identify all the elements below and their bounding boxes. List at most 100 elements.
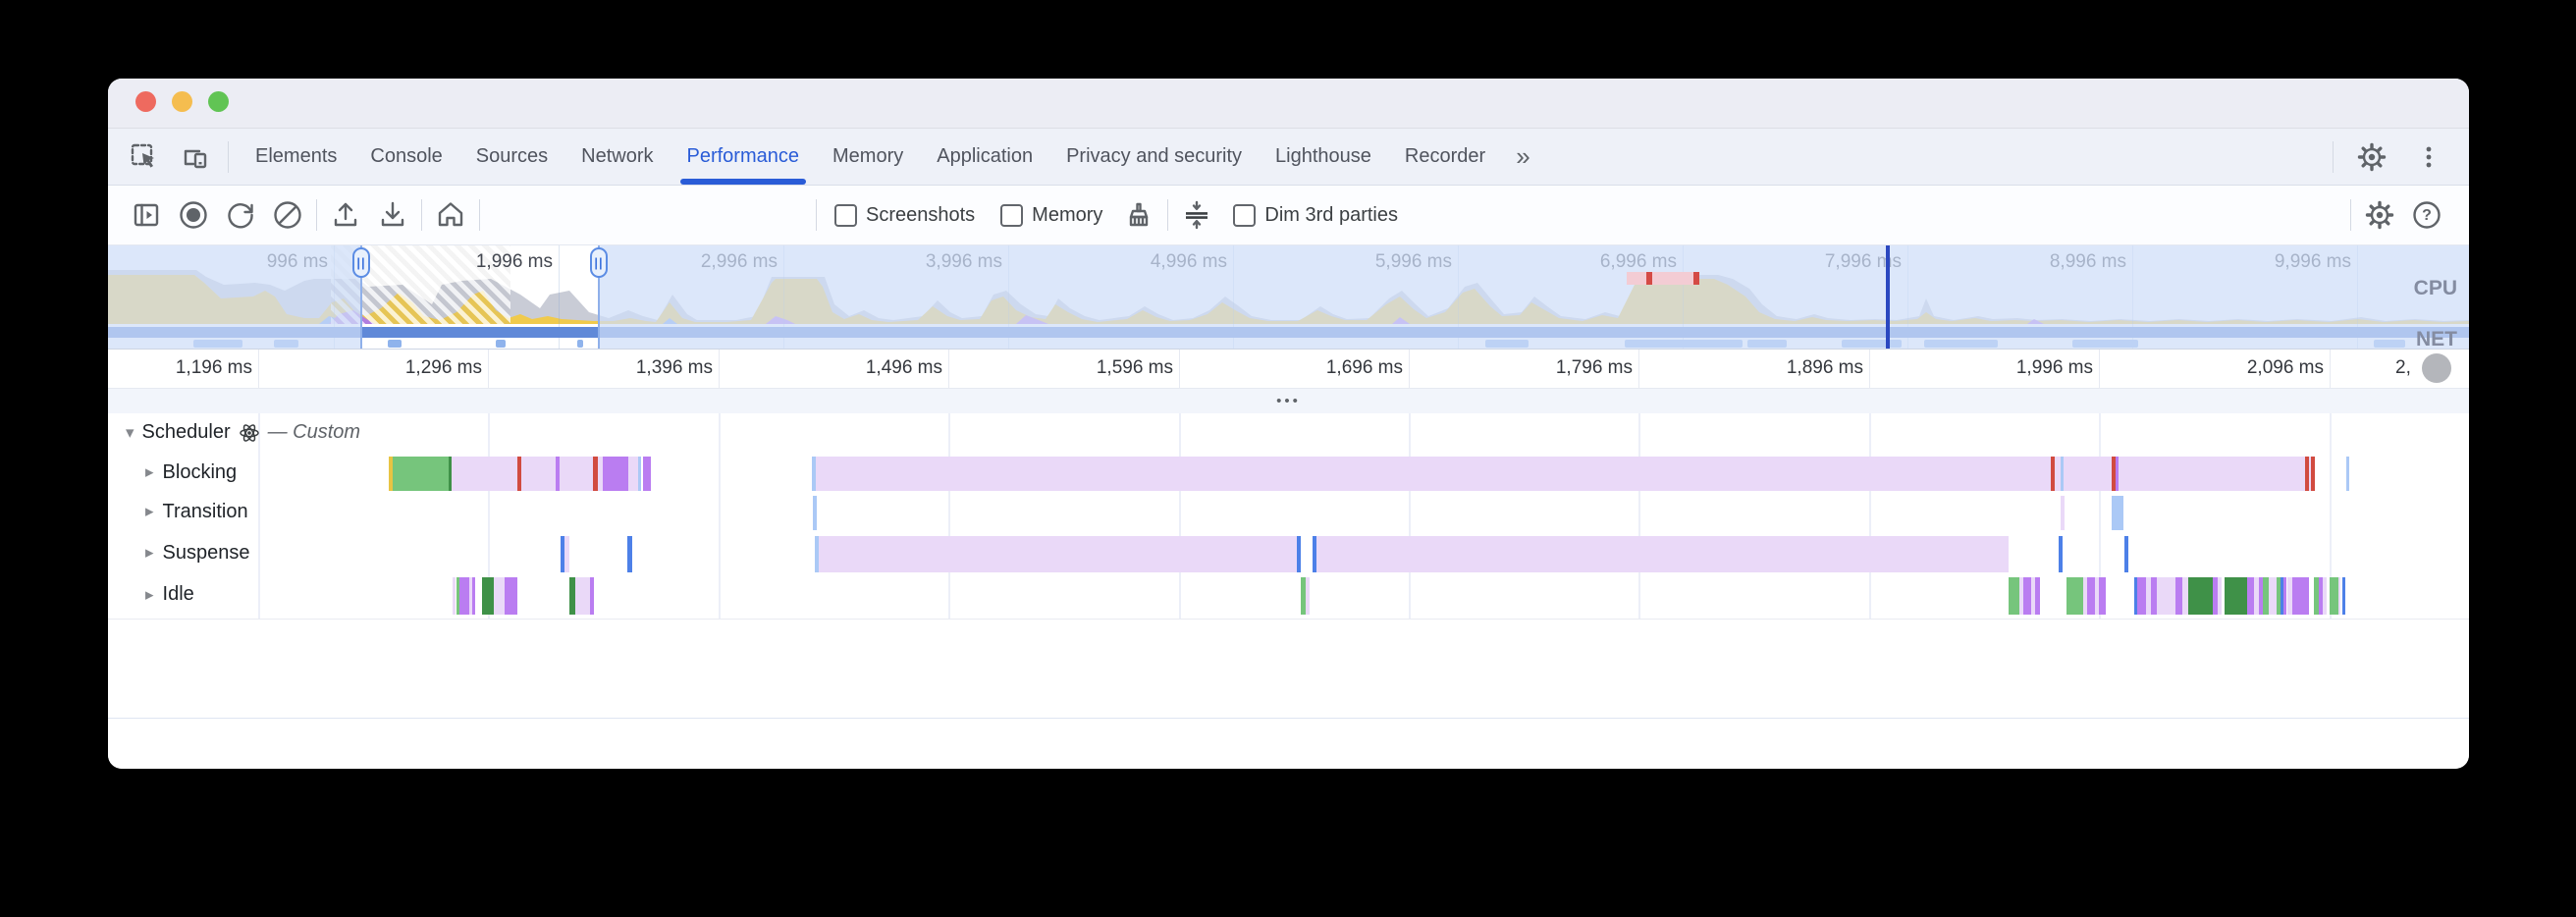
track-bar[interactable] <box>2247 577 2254 615</box>
record-icon[interactable] <box>175 196 212 234</box>
pane-resize-row[interactable]: ••• <box>108 388 2469 414</box>
track-bar[interactable] <box>2342 577 2345 615</box>
selection-right-handle[interactable]: || <box>590 247 608 278</box>
track-bar[interactable] <box>2009 577 2019 615</box>
track-bar[interactable] <box>643 457 651 491</box>
expand-triangle-icon[interactable]: ▸ <box>145 585 154 605</box>
live-metrics-home-icon[interactable] <box>432 196 469 234</box>
selection-left-handle[interactable]: || <box>352 247 370 278</box>
track-bar[interactable] <box>2311 457 2315 491</box>
collapse-sections-icon[interactable] <box>1178 196 1215 234</box>
track-bar[interactable] <box>2269 577 2277 615</box>
checkbox-box[interactable] <box>1000 204 1023 227</box>
zoom-window-button[interactable] <box>208 91 229 112</box>
memory-checkbox[interactable]: Memory <box>993 204 1110 227</box>
expand-triangle-icon[interactable]: ▸ <box>145 462 154 482</box>
track-bar[interactable] <box>2137 577 2146 615</box>
settings-gear-icon[interactable] <box>2353 138 2390 176</box>
track-bar[interactable] <box>638 457 641 491</box>
record-and-reload-icon[interactable] <box>222 196 259 234</box>
track-bar[interactable] <box>2157 577 2175 615</box>
tab-lighthouse[interactable]: Lighthouse <box>1259 129 1388 185</box>
track-bar[interactable] <box>2323 577 2327 615</box>
expand-triangle-icon[interactable]: ▸ <box>145 502 154 521</box>
track-bar[interactable] <box>494 577 505 615</box>
track-bar[interactable] <box>2066 577 2083 615</box>
tab-console[interactable]: Console <box>353 129 458 185</box>
track-bar[interactable] <box>1306 577 1310 615</box>
track-bar[interactable] <box>453 577 456 615</box>
track-bar[interactable] <box>2225 577 2247 615</box>
track-bar[interactable] <box>590 577 594 615</box>
tab-elements[interactable]: Elements <box>239 129 353 185</box>
track-bar[interactable] <box>2061 496 2065 530</box>
inspect-element-icon[interactable] <box>126 138 163 176</box>
track-bar[interactable] <box>2112 496 2123 530</box>
flamechart-tracks[interactable]: ▾ Scheduler — Custom ▸Blocking ▸Transitio… <box>108 413 2469 703</box>
track-bar[interactable] <box>452 457 517 491</box>
track-bar[interactable] <box>1297 536 1301 572</box>
track-bar[interactable] <box>2124 536 2128 572</box>
track-bar[interactable] <box>628 457 638 491</box>
track-bar[interactable] <box>1316 536 2009 572</box>
more-tabs-button[interactable]: » <box>1502 141 1543 172</box>
track-bar[interactable] <box>482 577 494 615</box>
track-bar[interactable] <box>2099 577 2106 615</box>
minimize-window-button[interactable] <box>172 91 192 112</box>
kebab-menu-icon[interactable] <box>2410 138 2447 176</box>
tab-network[interactable]: Network <box>564 129 670 185</box>
track-bar[interactable] <box>459 577 469 615</box>
track-row-label-idle[interactable]: ▸Idle <box>145 583 194 606</box>
track-bar[interactable] <box>505 577 517 615</box>
track-bar[interactable] <box>2188 577 2213 615</box>
tab-memory[interactable]: Memory <box>816 129 920 185</box>
track-header-scheduler[interactable]: ▾ Scheduler — Custom <box>126 421 360 444</box>
track-bar[interactable] <box>819 536 1297 572</box>
track-bar[interactable] <box>2087 577 2095 615</box>
timeline-overview[interactable]: 996 ms1,996 ms2,996 ms3,996 ms4,996 ms5,… <box>108 245 2469 349</box>
track-row-label-blocking[interactable]: ▸Blocking <box>145 461 237 484</box>
track-bar[interactable] <box>816 457 2051 491</box>
dim-3rd-parties-checkbox[interactable]: Dim 3rd parties <box>1225 204 1406 227</box>
scrollbar-thumb[interactable] <box>2422 353 2451 383</box>
tab-recorder[interactable]: Recorder <box>1388 129 1502 185</box>
track-bar[interactable] <box>560 457 593 491</box>
track-bar[interactable] <box>575 577 590 615</box>
track-bar[interactable] <box>2338 577 2340 615</box>
tab-sources[interactable]: Sources <box>459 129 564 185</box>
tab-application[interactable]: Application <box>920 129 1049 185</box>
close-window-button[interactable] <box>135 91 156 112</box>
track-row-label-suspense[interactable]: ▸Suspense <box>145 542 250 565</box>
collect-garbage-icon[interactable] <box>1120 196 1157 234</box>
track-bar[interactable] <box>2119 457 2305 491</box>
load-profile-icon[interactable] <box>327 196 364 234</box>
track-bar[interactable] <box>2035 577 2040 615</box>
track-bar[interactable] <box>472 577 475 615</box>
track-bar[interactable] <box>2218 577 2222 615</box>
device-toolbar-icon[interactable] <box>177 138 214 176</box>
track-bar[interactable] <box>521 457 556 491</box>
track-bar[interactable] <box>2175 577 2182 615</box>
collapse-triangle-icon[interactable]: ▾ <box>126 423 134 443</box>
help-icon[interactable]: ? <box>2408 196 2445 234</box>
track-bar[interactable] <box>2330 577 2338 615</box>
track-row-label-transition[interactable]: ▸Transition <box>145 501 248 523</box>
track-bar[interactable] <box>813 496 817 530</box>
track-bar[interactable] <box>627 536 632 572</box>
checkbox-box[interactable] <box>834 204 857 227</box>
track-bar[interactable] <box>2292 577 2309 615</box>
resize-grip-dots[interactable]: ••• <box>1276 397 1301 406</box>
save-profile-icon[interactable] <box>374 196 411 234</box>
expand-triangle-icon[interactable]: ▸ <box>145 543 154 563</box>
tab-performance[interactable]: Performance <box>671 129 817 185</box>
track-bar[interactable] <box>2064 457 2112 491</box>
capture-settings-gear-icon[interactable] <box>2361 196 2398 234</box>
tab-privacy-and-security[interactable]: Privacy and security <box>1049 129 1259 185</box>
track-bar[interactable] <box>2023 577 2031 615</box>
track-bar[interactable] <box>2059 536 2063 572</box>
track-bar[interactable] <box>393 457 449 491</box>
track-bar[interactable] <box>603 457 628 491</box>
toggle-sidebar-icon[interactable] <box>128 196 165 234</box>
track-bar[interactable] <box>2283 577 2286 615</box>
track-bar[interactable] <box>564 536 569 572</box>
